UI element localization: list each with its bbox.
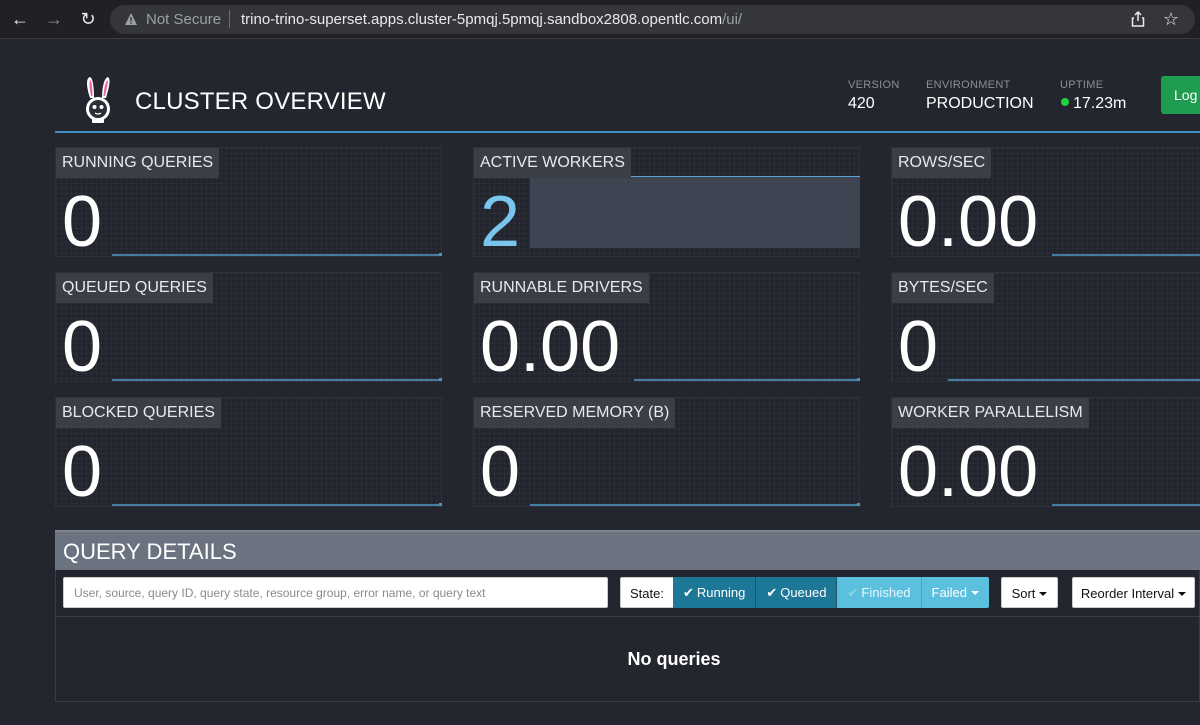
state-filter-group: State: ✔ Running ✔ Queued ✔ Finished Failed bbox=[620, 577, 989, 608]
reorder-label: Reorder Interval bbox=[1080, 586, 1175, 601]
sort-label: Sort bbox=[1011, 586, 1036, 601]
chevron-down-icon bbox=[970, 591, 979, 595]
stat-card-bytes-sec: BYTES/SEC 0 bbox=[891, 272, 1200, 387]
stat-label: ACTIVE WORKERS bbox=[474, 148, 631, 178]
version-label: VERSION bbox=[848, 79, 900, 91]
environment-value: PRODUCTION bbox=[926, 95, 1034, 112]
stat-value: 0 bbox=[898, 307, 939, 387]
stat-label: ROWS/SEC bbox=[892, 148, 992, 178]
chevron-down-icon bbox=[1178, 592, 1187, 596]
state-failed-label: Failed bbox=[931, 585, 967, 600]
stat-card-rows-sec: ROWS/SEC 0.00 bbox=[891, 147, 1200, 262]
stat-card-running-queries: RUNNING QUERIES 0 bbox=[55, 147, 442, 262]
url-text: trino-trino-superset.apps.cluster-5pmqj.… bbox=[241, 11, 742, 28]
state-queued-label: Queued bbox=[780, 585, 827, 600]
login-button[interactable]: Log bbox=[1161, 76, 1200, 114]
stat-value: 2 bbox=[480, 182, 521, 262]
check-icon: ✔ bbox=[847, 585, 859, 600]
sparkline bbox=[1052, 504, 1200, 506]
stat-label: QUEUED QUERIES bbox=[56, 273, 213, 303]
state-running-label: Running bbox=[696, 585, 746, 600]
state-filter-queued[interactable]: ✔ Queued bbox=[756, 577, 838, 608]
address-bar[interactable]: Not Secure trino-trino-superset.apps.clu… bbox=[110, 5, 1195, 34]
environment-label: ENVIRONMENT bbox=[926, 79, 1011, 91]
sparkline-area bbox=[530, 176, 860, 248]
stat-card-active-workers: ACTIVE WORKERS 2 bbox=[473, 147, 860, 262]
url-separator bbox=[229, 10, 230, 28]
stat-label: RUNNING QUERIES bbox=[56, 148, 220, 178]
stat-label: RUNNABLE DRIVERS bbox=[474, 273, 649, 303]
sparkline bbox=[530, 503, 860, 506]
query-details-panel: State: ✔Running ✔Queued ✔Finished Failed… bbox=[55, 570, 1200, 702]
stat-value: 0 bbox=[62, 182, 103, 262]
state-filter-finished[interactable]: ✔ Finished bbox=[837, 577, 922, 608]
back-arrow-icon[interactable]: ← bbox=[9, 8, 31, 30]
check-icon: ✔ bbox=[682, 585, 694, 600]
stat-label: RESERVED MEMORY (B) bbox=[474, 398, 676, 428]
page-title: CLUSTER OVERVIEW bbox=[135, 88, 386, 115]
sparkline bbox=[112, 253, 442, 256]
security-label: Not Secure bbox=[146, 11, 222, 28]
stat-value: 0 bbox=[62, 432, 103, 512]
state-filter-label: State: bbox=[620, 577, 673, 608]
sparkline bbox=[948, 379, 1200, 381]
stat-label: BLOCKED QUERIES bbox=[56, 398, 221, 428]
uptime-display: 17.23m bbox=[1061, 95, 1126, 113]
query-search-input[interactable] bbox=[63, 577, 608, 608]
sparkline bbox=[112, 378, 442, 381]
stat-value: 0.00 bbox=[898, 182, 1039, 262]
bookmark-star-icon[interactable]: ☆ bbox=[1163, 9, 1179, 30]
reload-icon[interactable]: ↻ bbox=[77, 8, 99, 30]
query-details-title: QUERY DETAILS bbox=[63, 539, 237, 564]
stat-value: 0 bbox=[62, 307, 103, 387]
uptime-label: UPTIME bbox=[1060, 79, 1104, 91]
state-finished-label: Finished bbox=[861, 585, 911, 600]
header-divider bbox=[55, 131, 1200, 133]
query-filter-toolbar: State: ✔Running ✔Queued ✔Finished Failed… bbox=[56, 570, 1199, 617]
stat-card-worker-parallelism: WORKER PARALLELISM 0.00 bbox=[891, 397, 1200, 512]
stat-card-runnable-drivers: RUNNABLE DRIVERS 0.00 bbox=[473, 272, 860, 387]
uptime-value: 17.23m bbox=[1073, 95, 1127, 112]
sort-dropdown[interactable]: Sort bbox=[1001, 577, 1058, 608]
chevron-down-icon bbox=[1039, 592, 1048, 596]
stat-card-blocked-queries: BLOCKED QUERIES 0 bbox=[55, 397, 442, 512]
sparkline bbox=[634, 378, 860, 381]
url-host: trino-trino-superset.apps.cluster-5pmqj.… bbox=[241, 11, 723, 28]
stat-value: 0.00 bbox=[480, 307, 621, 387]
query-details-header: QUERY DETAILS bbox=[55, 530, 1200, 570]
sparkline bbox=[112, 503, 442, 506]
stat-value: 0.00 bbox=[898, 432, 1039, 512]
version-value: 420 bbox=[848, 95, 875, 112]
warning-icon bbox=[125, 13, 137, 25]
stat-label: BYTES/SEC bbox=[892, 273, 994, 303]
trino-bunny-logo-icon bbox=[86, 77, 110, 123]
check-icon: ✔ bbox=[766, 585, 778, 600]
uptime-status-dot-icon bbox=[1061, 98, 1069, 106]
forward-arrow-icon[interactable]: → bbox=[43, 8, 65, 30]
stat-label: WORKER PARALLELISM bbox=[892, 398, 1089, 428]
empty-state-message: No queries bbox=[627, 649, 721, 669]
url-path: /ui/ bbox=[722, 11, 743, 28]
reorder-interval-dropdown[interactable]: Reorder Interval bbox=[1072, 577, 1195, 608]
state-filter-running[interactable]: ✔ Running bbox=[672, 577, 757, 608]
sparkline bbox=[1052, 254, 1200, 256]
share-icon[interactable] bbox=[1131, 11, 1145, 27]
stat-card-queued-queries: QUEUED QUERIES 0 bbox=[55, 272, 442, 387]
state-filter-failed[interactable]: Failed bbox=[921, 577, 989, 608]
browser-toolbar: ← → ↻ Not Secure trino-trino-superset.ap… bbox=[0, 0, 1200, 39]
stat-value: 0 bbox=[480, 432, 521, 512]
stat-card-reserved-memory: RESERVED MEMORY (B) 0 bbox=[473, 397, 860, 512]
